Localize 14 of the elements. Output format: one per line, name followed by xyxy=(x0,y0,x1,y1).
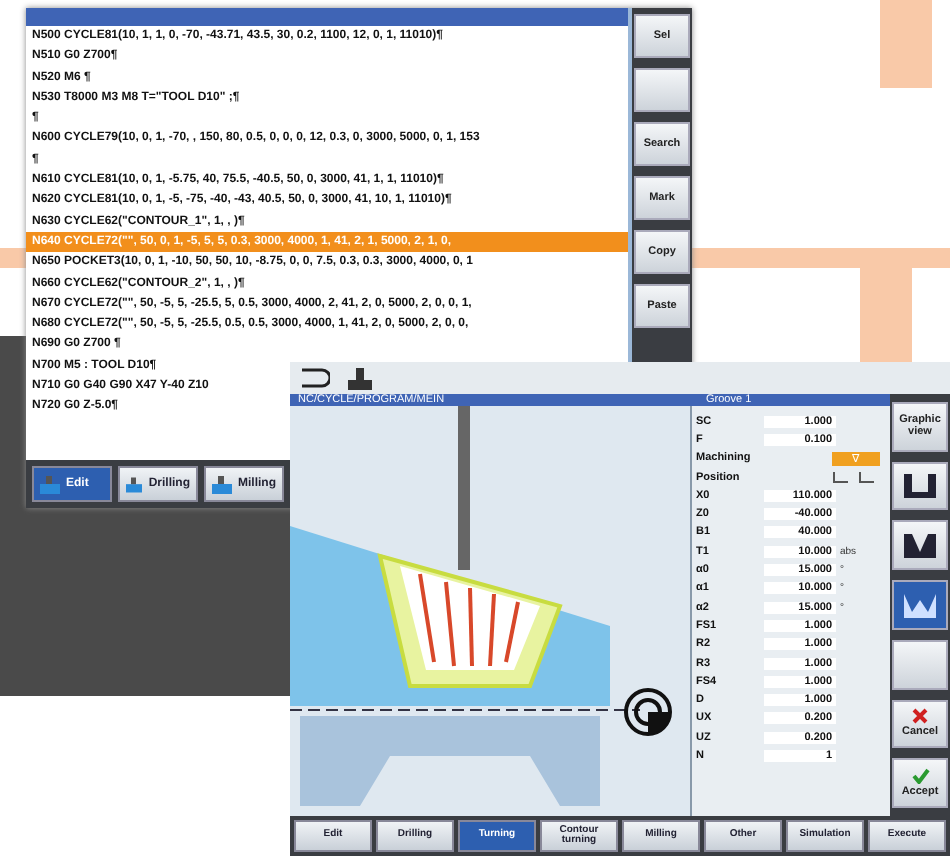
v-groove-icon xyxy=(902,531,938,560)
wave-groove-icon xyxy=(902,591,938,620)
machine-icon xyxy=(40,475,60,493)
groove-shape-softkey[interactable] xyxy=(892,461,948,511)
groove-shape-softkey[interactable] xyxy=(892,520,948,571)
groove-icon xyxy=(902,472,938,501)
crosshair-icon xyxy=(622,686,674,738)
position-icon[interactable] xyxy=(832,470,876,485)
machine-icon xyxy=(212,475,232,493)
machine-icon xyxy=(126,475,143,493)
decor-stripe xyxy=(880,0,932,88)
machine-icon[interactable] xyxy=(346,365,374,391)
check-icon xyxy=(911,768,929,785)
close-icon xyxy=(912,708,928,725)
